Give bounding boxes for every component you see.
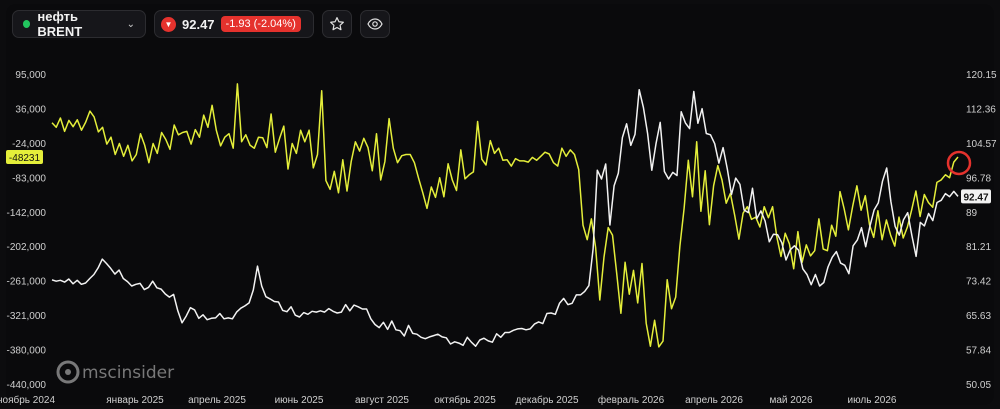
- price-chart: 95,000 36,000 -24,000 -83,000 -142,000 -202,0…: [0, 70, 997, 406]
- right-tick-label: 104.57: [966, 139, 997, 150]
- x-tick-label: май 2026: [769, 395, 812, 406]
- right-axis: 120.15 112.36 104.57 96.78 89 81.21 73.42 65.63…: [966, 70, 997, 391]
- yellow-series-line: [51, 83, 959, 348]
- left-tick-label: -83,000: [12, 173, 46, 184]
- x-tick-label: ноябрь 2024: [0, 394, 55, 406]
- left-tick-label: -24,000: [12, 139, 46, 150]
- x-tick-label: апрель 2025: [188, 395, 246, 406]
- x-tick-label: апрель 2026: [685, 395, 743, 406]
- right-current-label: 92.47: [963, 192, 988, 203]
- current-value-markers: -48231 92.47: [6, 149, 991, 204]
- x-tick-label: июль 2026: [848, 395, 897, 406]
- watermark-logo-dot: [65, 369, 71, 375]
- x-tick-label: февраль 2026: [598, 394, 665, 406]
- white-series-line: [51, 88, 959, 347]
- watermark: mscinsider: [56, 360, 174, 384]
- right-tick-label: 81.21: [966, 242, 991, 253]
- left-tick-label: -440,000: [7, 380, 47, 391]
- x-tick-label: июнь 2025: [275, 395, 324, 406]
- right-tick-label: 57.84: [966, 346, 991, 357]
- left-tick-label: -142,000: [7, 208, 47, 219]
- left-tick-label: -380,000: [7, 346, 47, 357]
- left-tick-label: 95,000: [15, 70, 46, 81]
- left-current-label: -48231: [9, 153, 41, 164]
- right-tick-label: 73.42: [966, 277, 991, 288]
- right-tick-label: 120.15: [966, 70, 997, 81]
- x-tick-label: январь 2025: [106, 395, 164, 406]
- right-tick-label: 65.63: [966, 311, 991, 322]
- highlight-circle: [946, 150, 972, 176]
- series-layer: [51, 83, 959, 348]
- left-tick-label: -202,000: [7, 242, 47, 253]
- right-tick-label: 96.78: [966, 173, 991, 184]
- left-tick-label: -261,000: [7, 277, 47, 288]
- x-axis: ноябрь 2024 январь 2025 апрель 2025 июнь 20…: [0, 394, 897, 406]
- x-tick-label: август 2025: [355, 395, 409, 406]
- left-tick-label: -321,000: [7, 311, 47, 322]
- left-tick-label: 36,000: [15, 104, 46, 115]
- right-tick-label: 89: [966, 208, 978, 219]
- x-tick-label: декабрь 2025: [515, 394, 579, 406]
- right-tick-label: 112.36: [966, 104, 996, 115]
- left-axis: 95,000 36,000 -24,000 -83,000 -142,000 -202,0…: [7, 70, 47, 391]
- watermark-text: mscinsider: [82, 363, 174, 383]
- x-tick-label: октябрь 2025: [434, 394, 496, 406]
- right-tick-label: 50.05: [966, 380, 991, 391]
